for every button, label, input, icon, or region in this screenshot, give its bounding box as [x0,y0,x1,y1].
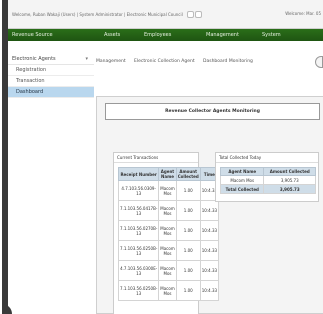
sidebar-item-transaction[interactable]: Transaction [8,76,94,87]
nav-revenue-source[interactable]: Revenue Source [12,32,53,38]
time-cell: 10:4.33 [199,220,220,241]
total-label: Total Collected [219,184,265,194]
receipt-cell: 7.1.103.56.0270B-13 [117,220,160,241]
agent-cell: Macom Mos [158,280,177,301]
agent-cell: Macom Mos [158,200,177,221]
nav-employees[interactable]: Employees [144,32,171,38]
scroll-right-button[interactable] [315,56,323,68]
amount-cell: 1.00 [175,180,201,201]
agent-cell: Macom Mos [158,220,177,241]
subnav-management[interactable]: Management [96,59,126,64]
total-collected-box: Total Collected Today Agent Name Amount … [215,152,319,202]
breadcrumb-text: Welcome, Ruban Wakaji (Users) | System A… [12,12,183,17]
monitoring-panel: Revenue Collector Agents Monitoring Curr… [96,96,323,314]
browser-window: Welcome, Ruban Wakaji (Users) | System A… [2,0,323,314]
sidebar-header[interactable]: Electronic Agents ▾ [8,54,94,65]
table-row[interactable]: 7.1.103.56.0417B-13 Macom Mos 1.00 10:4.… [117,200,220,221]
column-header-agent-name[interactable]: Agent Name [219,167,265,176]
sub-nav: Management Electronic Collection Agent D… [96,58,323,68]
total-value: 3,905.73 [263,184,316,194]
main-nav: Revenue Source Assets Employees Manageme… [8,29,323,41]
column-header-amount-collected[interactable]: Amount Collected [263,167,316,176]
collapse-icon[interactable]: ▾ [85,56,88,62]
subnav-electronic-collection-agent[interactable]: Electronic Collection Agent [134,59,195,64]
panel-title: Revenue Collector Agents Monitoring [105,103,320,120]
sidebar-header-label: Electronic Agents [12,56,56,62]
table-row[interactable]: 4.7.103.56.0309-13 Macom Mos 1.00 10:4.3… [117,180,220,201]
receipt-cell: 4.7.103.56.0309-13 [117,180,160,201]
time-cell: 10:4.33 [199,260,220,281]
table-row[interactable]: 7.1.103.56.0250B-13 Macom Mos 1.00 10:4.… [117,280,220,301]
table-row[interactable]: 7.1.103.56.0270B-13 Macom Mos 1.00 10:4.… [117,220,220,241]
agent-cell: Macom Mos [158,260,177,281]
table-row[interactable]: Macom Mos 3,905.73 [219,175,316,185]
nav-management[interactable]: Management [206,32,239,38]
column-header-amount[interactable]: Amount Collected [175,167,201,181]
home-icon[interactable] [187,11,194,18]
totals-table: Agent Name Amount Collected Macom Mos 3,… [219,167,316,194]
time-cell: 10:4.33 [199,280,220,301]
sidebar: Electronic Agents ▾ Registration Transac… [8,54,94,314]
amount-cell: 1.00 [175,240,201,261]
refresh-icon[interactable] [195,11,202,18]
receipt-cell: 7.1.103.56.0250B-13 [117,280,160,301]
top-bar: Welcome, Ruban Wakaji (Users) | System A… [8,0,323,29]
amount-cell: 1.00 [175,220,201,241]
table-row[interactable]: 7.1.103.56.0250B-13 Macom Mos 1.00 10:4.… [117,240,220,261]
amount-cell: 1.00 [175,260,201,281]
amount-cell: 1.00 [175,280,201,301]
subnav-dashboard-monitoring[interactable]: Dashboard Monitoring [203,59,253,64]
current-transactions-box: Current Transactions Receipt Number Agen… [113,152,220,314]
nav-assets[interactable]: Assets [104,32,120,38]
receipt-cell: 7.1.103.56.0417B-13 [117,200,160,221]
breadcrumb: Welcome, Ruban Wakaji (Users) | System A… [12,11,203,19]
tab-icons[interactable] [187,11,203,19]
table-row[interactable]: 4.7.103.56.0300E-13 Macom Mos 1.00 10:4.… [117,260,220,281]
welcome-text: Welcome: Mar. 05 [285,11,321,16]
receipt-cell: 7.1.103.56.0250B-13 [117,240,160,261]
column-header-receipt[interactable]: Receipt Number [117,167,160,181]
total-collected-title: Total Collected Today [216,153,318,163]
receipt-cell: 4.7.103.56.0300E-13 [117,260,160,281]
transactions-table: Receipt Number Agent Name Amount Collect… [117,167,220,301]
current-transactions-title: Current Transactions [114,153,198,163]
amount-cell: 3,905.73 [263,175,316,185]
sidebar-item-registration[interactable]: Registration [8,65,94,76]
agent-cell: Macom Mos [158,180,177,201]
time-cell: 10:4.33 [199,240,220,261]
agent-cell: Macom Mos [158,240,177,261]
sidebar-item-dashboard[interactable]: Dashboard [8,87,94,98]
amount-cell: 1.00 [175,200,201,221]
total-row: Total Collected 3,905.73 [219,184,316,194]
column-header-agent[interactable]: Agent Name [158,167,177,181]
agent-cell: Macom Mos [219,175,265,185]
time-cell: 10:4.33 [199,200,220,221]
nav-system[interactable]: System [262,32,281,38]
